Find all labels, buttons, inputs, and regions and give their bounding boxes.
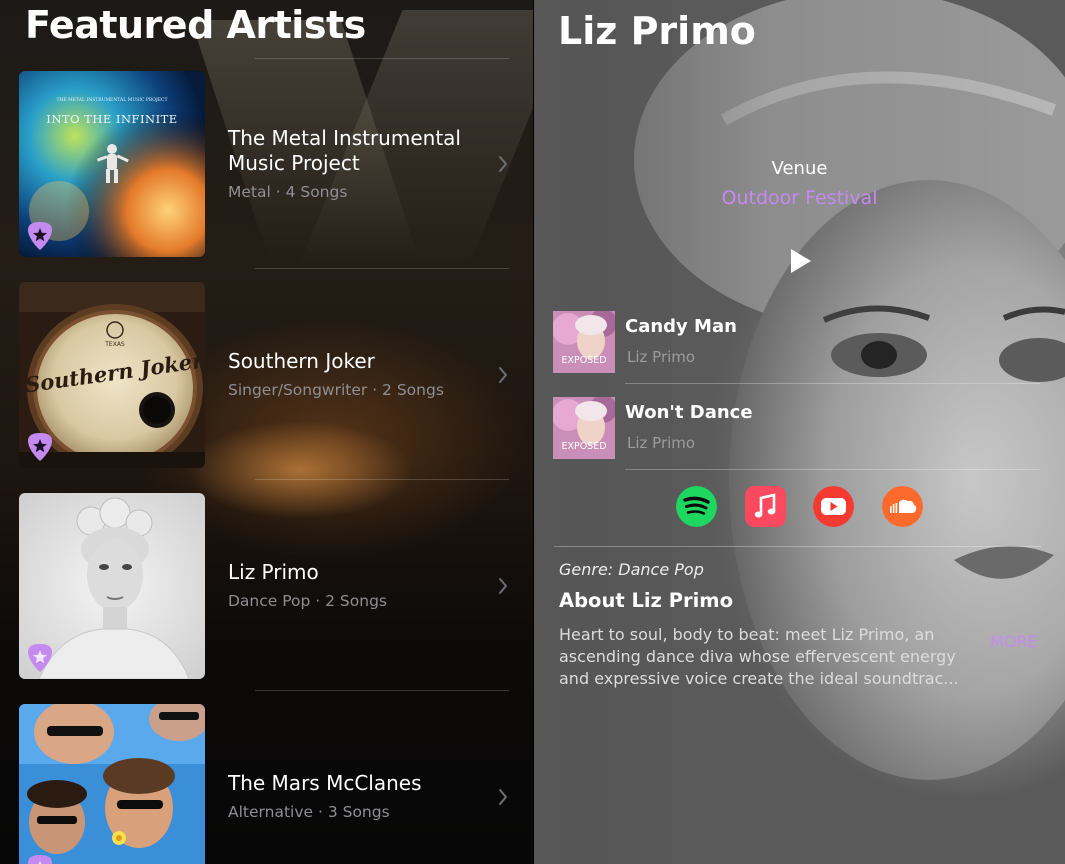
play-icon[interactable] xyxy=(788,247,814,275)
about-text: Heart to soul, body to beat: meet Liz Pr… xyxy=(559,625,959,688)
featured-artists-pane: Featured Artists THE METAL INSTRUMENTAL … xyxy=(0,0,533,864)
chevron-right-icon xyxy=(499,156,507,172)
song-title: Won't Dance xyxy=(625,402,753,423)
artist-artwork: THE METAL INSTRUMENTAL MUSIC PROJECT INT… xyxy=(19,71,205,257)
divider xyxy=(255,479,509,480)
song-artist: Liz Primo xyxy=(627,348,696,366)
artist-artwork xyxy=(19,704,205,864)
svg-text:TEXAS: TEXAS xyxy=(104,341,125,348)
divider xyxy=(554,546,1041,547)
star-pick-icon xyxy=(28,222,52,250)
spotify-icon[interactable] xyxy=(676,486,717,527)
about-heading: About Liz Primo xyxy=(559,589,733,612)
star-pick-icon xyxy=(28,644,52,672)
artist-name: The Metal Instrumental Music Project xyxy=(228,126,461,175)
artist-meta: Metal · 4 Songs xyxy=(228,183,348,201)
artist-title: Liz Primo xyxy=(558,9,756,53)
more-button[interactable]: MORE xyxy=(990,632,1038,651)
star-pick-icon xyxy=(28,855,52,864)
venue-label: Venue xyxy=(771,158,828,179)
song-artist: Liz Primo xyxy=(627,434,696,452)
song-artwork: EXPOSED xyxy=(553,311,615,373)
artist-name: Southern Joker xyxy=(228,349,375,373)
artist-artwork xyxy=(19,493,205,679)
svg-text:INTO THE INFINITE: INTO THE INFINITE xyxy=(46,112,177,126)
artist-name: The Mars McClanes xyxy=(228,771,422,795)
divider xyxy=(625,469,1040,470)
divider xyxy=(255,58,509,59)
artist-meta: Dance Pop · 2 Songs xyxy=(228,592,387,610)
chevron-right-icon xyxy=(499,367,507,383)
genre-label: Genre: Dance Pop xyxy=(559,560,704,579)
chevron-right-icon xyxy=(499,789,507,805)
song-row[interactable]: EXPOSED Won't Dance Liz Primo xyxy=(553,397,1040,481)
artist-row-mars-mcclanes[interactable]: The Mars McClanes Alternative · 3 Songs xyxy=(0,704,533,864)
artist-detail-pane: Liz Primo Venue Outdoor Festival EXPOSED… xyxy=(534,0,1065,864)
venue-value-link[interactable]: Outdoor Festival xyxy=(534,187,1065,209)
song-artwork: EXPOSED xyxy=(553,397,615,459)
artist-meta: Singer/Songwriter · 2 Songs xyxy=(228,381,444,399)
artist-row-metal-instrumental[interactable]: THE METAL INSTRUMENTAL MUSIC PROJECT INT… xyxy=(0,71,533,271)
artist-row-southern-joker[interactable]: TEXAS Southern Joker Southern Joker Sing… xyxy=(0,282,533,482)
divider xyxy=(625,383,1040,384)
chevron-right-icon xyxy=(499,578,507,594)
song-row[interactable]: EXPOSED Candy Man Liz Primo xyxy=(553,311,1040,395)
divider xyxy=(255,690,509,691)
artist-name: Liz Primo xyxy=(228,560,319,584)
svg-text:EXPOSED: EXPOSED xyxy=(561,355,606,366)
divider xyxy=(255,268,509,269)
star-pick-icon xyxy=(28,433,52,461)
youtube-icon[interactable] xyxy=(813,486,854,527)
apple-music-icon[interactable] xyxy=(745,486,786,527)
svg-text:THE METAL INSTRUMENTAL MUSIC P: THE METAL INSTRUMENTAL MUSIC PROJECT xyxy=(57,97,168,103)
page-title: Featured Artists xyxy=(25,3,366,47)
artist-meta: Alternative · 3 Songs xyxy=(228,803,390,821)
svg-text:EXPOSED: EXPOSED xyxy=(561,441,606,452)
artist-row-liz-primo[interactable]: Liz Primo Dance Pop · 2 Songs xyxy=(0,493,533,693)
soundcloud-icon[interactable] xyxy=(882,486,923,527)
song-title: Candy Man xyxy=(625,316,737,337)
artist-artwork: TEXAS Southern Joker xyxy=(19,282,205,468)
